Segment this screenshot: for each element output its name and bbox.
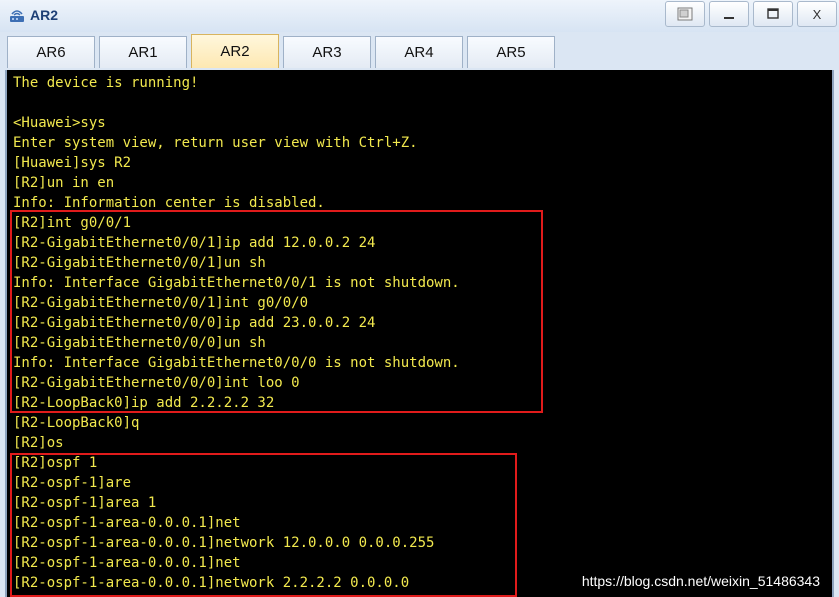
close-button[interactable]: X	[797, 1, 837, 27]
console-line: [R2-LoopBack0]q	[13, 415, 140, 431]
window-controls: X	[661, 0, 839, 30]
console-line: The device is running!	[13, 75, 199, 91]
window-title: AR2	[30, 7, 59, 23]
ospf-config-highlight	[10, 453, 517, 597]
tab-label: AR2	[220, 43, 250, 60]
tab-label: AR4	[404, 44, 434, 61]
device-tab-bar: AR6 AR1 AR2 AR3 AR4 AR5	[0, 32, 839, 70]
tab-label: AR6	[36, 44, 66, 61]
interface-config-highlight	[10, 210, 543, 413]
close-icon: X	[812, 6, 822, 22]
console-line: [R2]os	[13, 435, 64, 451]
minimize-icon	[724, 17, 734, 19]
tab-ar6[interactable]: AR6	[7, 36, 95, 68]
restore-icon	[677, 7, 693, 21]
restore-button[interactable]	[665, 1, 705, 27]
terminal-console[interactable]: The device is running! <Huawei>sys Enter…	[5, 70, 834, 597]
console-line: <Huawei>sys	[13, 115, 106, 131]
tab-ar3[interactable]: AR3	[283, 36, 371, 68]
tab-ar1[interactable]: AR1	[99, 36, 187, 68]
console-line: [Huawei]sys R2	[13, 155, 132, 171]
tab-ar4[interactable]: AR4	[375, 36, 463, 68]
router-icon	[10, 10, 24, 22]
console-line: Enter system view, return user view with…	[13, 135, 418, 151]
minimize-button[interactable]	[709, 1, 749, 27]
maximize-icon	[767, 8, 779, 19]
tab-label: AR1	[128, 44, 158, 61]
tab-ar2[interactable]: AR2	[191, 34, 279, 68]
tab-ar5[interactable]: AR5	[467, 36, 555, 68]
watermark-url: https://blog.csdn.net/weixin_51486343	[581, 573, 820, 589]
tab-label: AR5	[496, 44, 526, 61]
console-line: [R2]un in en	[13, 175, 115, 191]
tab-label: AR3	[312, 44, 342, 61]
maximize-button[interactable]	[753, 1, 793, 27]
title-bar: AR2 X	[0, 0, 839, 33]
